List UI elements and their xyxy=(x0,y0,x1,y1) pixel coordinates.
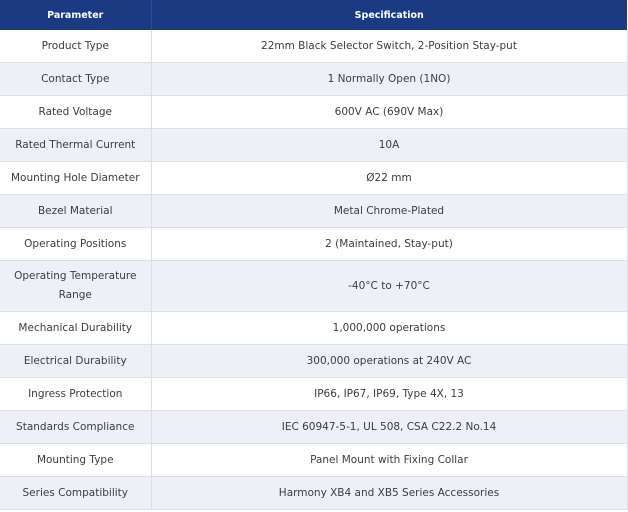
parameter-cell: Mechanical Durability xyxy=(0,311,152,345)
specification-cell: IEC 60947-5-1, UL 508, CSA C22.2 No.14 xyxy=(151,410,628,444)
parameter-cell: Operating Temperature Range xyxy=(0,260,152,312)
table-row: Mechanical Durability 1,000,000 operatio… xyxy=(0,311,628,345)
parameter-cell: Bezel Material xyxy=(0,194,152,228)
spec-table-header: Parameter Specification xyxy=(0,0,627,30)
table-row: Series Compatibility Harmony XB4 and XB5… xyxy=(0,476,628,510)
specification-cell: 1,000,000 operations xyxy=(151,311,628,345)
specification-cell: 1 Normally Open (1NO) xyxy=(151,62,628,96)
parameter-cell: Series Compatibility xyxy=(0,476,152,510)
specification-cell: 600V AC (690V Max) xyxy=(151,95,628,129)
specification-cell: -40°C to +70°C xyxy=(151,260,628,312)
parameter-cell: Electrical Durability xyxy=(0,344,152,378)
parameter-cell: Operating Positions xyxy=(0,227,152,261)
specification-cell: 2 (Maintained, Stay-put) xyxy=(151,227,628,261)
parameter-cell: Product Type xyxy=(0,30,152,63)
parameter-cell: Contact Type xyxy=(0,62,152,96)
table-row: Product Type 22mm Black Selector Switch,… xyxy=(0,30,628,63)
specification-cell: Metal Chrome-Plated xyxy=(151,194,628,228)
header-row: Parameter Specification xyxy=(0,0,627,30)
specification-cell: Harmony XB4 and XB5 Series Accessories xyxy=(151,476,628,510)
table-row: Standards Compliance IEC 60947-5-1, UL 5… xyxy=(0,410,628,444)
parameter-cell: Ingress Protection xyxy=(0,377,152,411)
table-row: Electrical Durability 300,000 operations… xyxy=(0,344,628,378)
specification-cell: Ø22 mm xyxy=(151,161,628,195)
column-header-parameter: Parameter xyxy=(0,0,152,30)
specification-cell: 300,000 operations at 240V AC xyxy=(151,344,628,378)
table-row: Operating Positions 2 (Maintained, Stay-… xyxy=(0,227,628,261)
column-header-specification: Specification xyxy=(151,0,627,30)
table-row: Operating Temperature Range -40°C to +70… xyxy=(0,260,628,312)
specification-cell: 22mm Black Selector Switch, 2-Position S… xyxy=(151,30,628,63)
parameter-cell: Rated Voltage xyxy=(0,95,152,129)
table-row: Rated Voltage 600V AC (690V Max) xyxy=(0,95,628,129)
table-row: Ingress Protection IP66, IP67, IP69, Typ… xyxy=(0,377,628,411)
table-row: Rated Thermal Current 10A xyxy=(0,128,628,162)
spec-table: Parameter Specification Product Type 22m… xyxy=(0,0,628,510)
specification-cell: IP66, IP67, IP69, Type 4X, 13 xyxy=(151,377,628,411)
table-row: Bezel Material Metal Chrome-Plated xyxy=(0,194,628,228)
parameter-cell: Standards Compliance xyxy=(0,410,152,444)
table-row: Mounting Hole Diameter Ø22 mm xyxy=(0,161,628,195)
specification-cell: 10A xyxy=(151,128,628,162)
table-row: Contact Type 1 Normally Open (1NO) xyxy=(0,62,628,96)
specification-cell: Panel Mount with Fixing Collar xyxy=(151,443,628,477)
table-row: Mounting Type Panel Mount with Fixing Co… xyxy=(0,443,628,477)
parameter-cell: Mounting Hole Diameter xyxy=(0,161,152,195)
parameter-cell: Mounting Type xyxy=(0,443,152,477)
parameter-cell: Rated Thermal Current xyxy=(0,128,152,162)
spec-table-body: Product Type 22mm Black Selector Switch,… xyxy=(0,30,628,510)
